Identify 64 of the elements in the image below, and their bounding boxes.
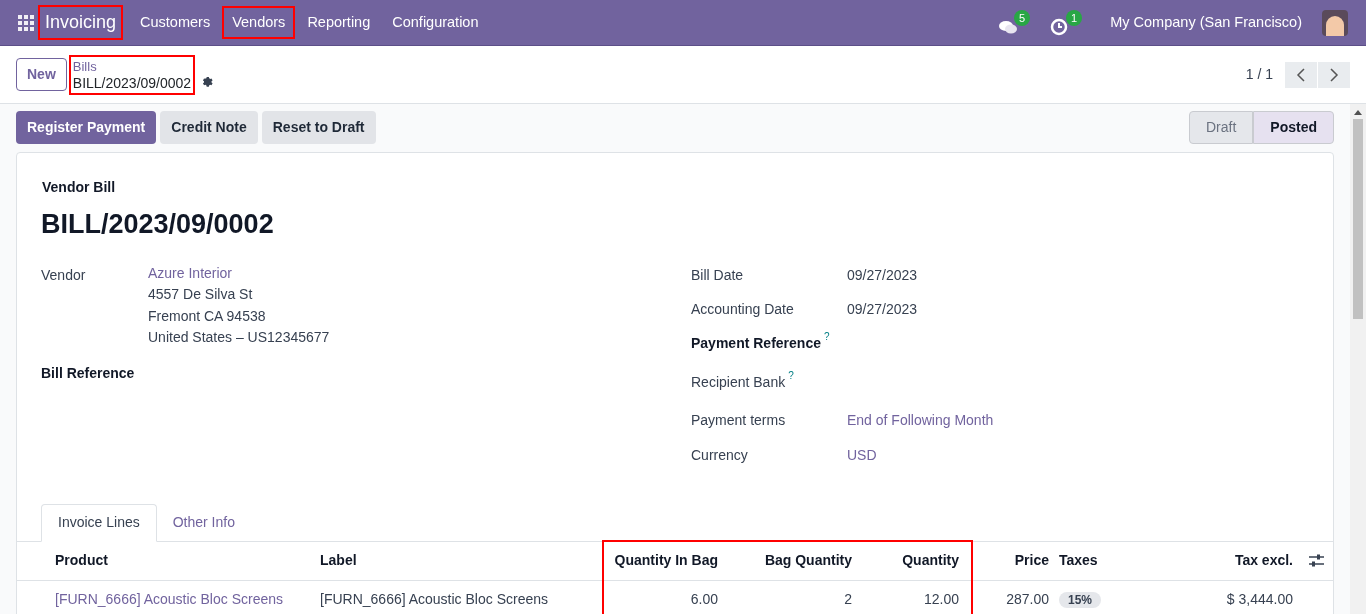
next-button[interactable] bbox=[1318, 61, 1350, 88]
table-cell: [FURN_6666] Acoustic Bloc Screens bbox=[320, 591, 548, 607]
help-tooltip[interactable]: ? bbox=[823, 330, 830, 343]
field-link[interactable]: USD bbox=[847, 444, 877, 466]
menu-item[interactable]: Customers bbox=[132, 7, 219, 38]
pager-value: 1 / 1 bbox=[1245, 65, 1273, 84]
field-label: Payment Reference bbox=[691, 333, 821, 353]
chevron-right-icon bbox=[1329, 67, 1339, 82]
document-number: BILL/2023/09/0002 bbox=[41, 208, 275, 241]
menu-item[interactable]: Configuration bbox=[384, 7, 487, 38]
field-label: Accounting Date bbox=[691, 299, 794, 319]
vendor-link[interactable]: Azure Interior bbox=[148, 262, 330, 284]
table-cell: 12.00 bbox=[923, 591, 959, 607]
column-header[interactable]: Product bbox=[55, 550, 320, 571]
column-header[interactable]: Bag Quantity bbox=[728, 550, 862, 571]
table-cell: $ 3,444.00 bbox=[1226, 591, 1293, 607]
address-line: 4557 De Silva St bbox=[148, 285, 254, 304]
status-step[interactable]: Draft bbox=[1188, 110, 1254, 144]
scrollbar[interactable] bbox=[1350, 104, 1366, 614]
address-line: United States – US12345677 bbox=[148, 328, 330, 347]
status-step[interactable]: Posted bbox=[1253, 110, 1334, 144]
apps-menu-icon[interactable] bbox=[18, 14, 34, 31]
table-cell: 2 bbox=[844, 591, 852, 607]
field-label: Currency bbox=[691, 445, 748, 465]
new-button[interactable]: New bbox=[16, 58, 67, 91]
action-button[interactable]: Credit Note bbox=[160, 110, 258, 144]
field-label: Payment terms bbox=[691, 410, 786, 430]
column-header[interactable]: Label bbox=[320, 550, 610, 571]
table-cell: 287.00 bbox=[1006, 591, 1049, 607]
company-name[interactable]: My Company (San Francisco) bbox=[1110, 11, 1302, 34]
record-title: BILL/2023/09/0002 bbox=[72, 74, 192, 91]
field-label: Bill Date bbox=[691, 265, 744, 285]
field-label: Recipient Bank bbox=[691, 372, 786, 392]
column-header[interactable]: Price bbox=[969, 550, 1059, 571]
count-badge: 5 bbox=[1014, 9, 1031, 26]
field-label: Vendor bbox=[41, 265, 87, 285]
column-header[interactable]: Quantity In Bag bbox=[610, 550, 728, 571]
address-line: Fremont CA 94538 bbox=[148, 306, 267, 326]
action-button[interactable]: Register Payment bbox=[16, 110, 157, 144]
help-tooltip[interactable]: ? bbox=[788, 369, 794, 382]
field-value: 09/27/2023 bbox=[847, 265, 918, 285]
document-type: Vendor Bill bbox=[42, 178, 117, 197]
column-settings-icon[interactable] bbox=[1309, 554, 1324, 567]
product-link[interactable]: [FURN_6666] Acoustic Bloc Screens bbox=[55, 591, 283, 607]
count-badge: 1 bbox=[1066, 9, 1083, 26]
field-label: Bill Reference bbox=[41, 363, 136, 383]
settings-icon[interactable] bbox=[201, 75, 215, 88]
chevron-left-icon bbox=[1296, 67, 1306, 82]
column-header[interactable]: Taxes bbox=[1059, 550, 1131, 571]
app-title[interactable]: Invoicing bbox=[40, 7, 122, 38]
previous-button[interactable] bbox=[1285, 61, 1317, 88]
field-value: 09/27/2023 bbox=[847, 299, 918, 319]
menu-item[interactable]: Vendors bbox=[224, 7, 294, 38]
table-cell: 6.00 bbox=[690, 591, 718, 607]
field-link[interactable]: End of Following Month bbox=[847, 409, 994, 431]
menu-item[interactable]: Reporting bbox=[299, 7, 379, 38]
breadcrumb-link[interactable]: Bills bbox=[72, 58, 192, 75]
action-button[interactable]: Reset to Draft bbox=[261, 110, 376, 144]
tab[interactable]: Invoice Lines bbox=[41, 503, 157, 542]
column-header[interactable]: Quantity bbox=[862, 550, 969, 571]
tax-tag: 15% bbox=[1059, 592, 1102, 608]
tab[interactable]: Other Info bbox=[156, 503, 251, 542]
avatar[interactable] bbox=[1322, 9, 1348, 36]
column-header[interactable]: Tax excl. bbox=[1131, 550, 1303, 571]
